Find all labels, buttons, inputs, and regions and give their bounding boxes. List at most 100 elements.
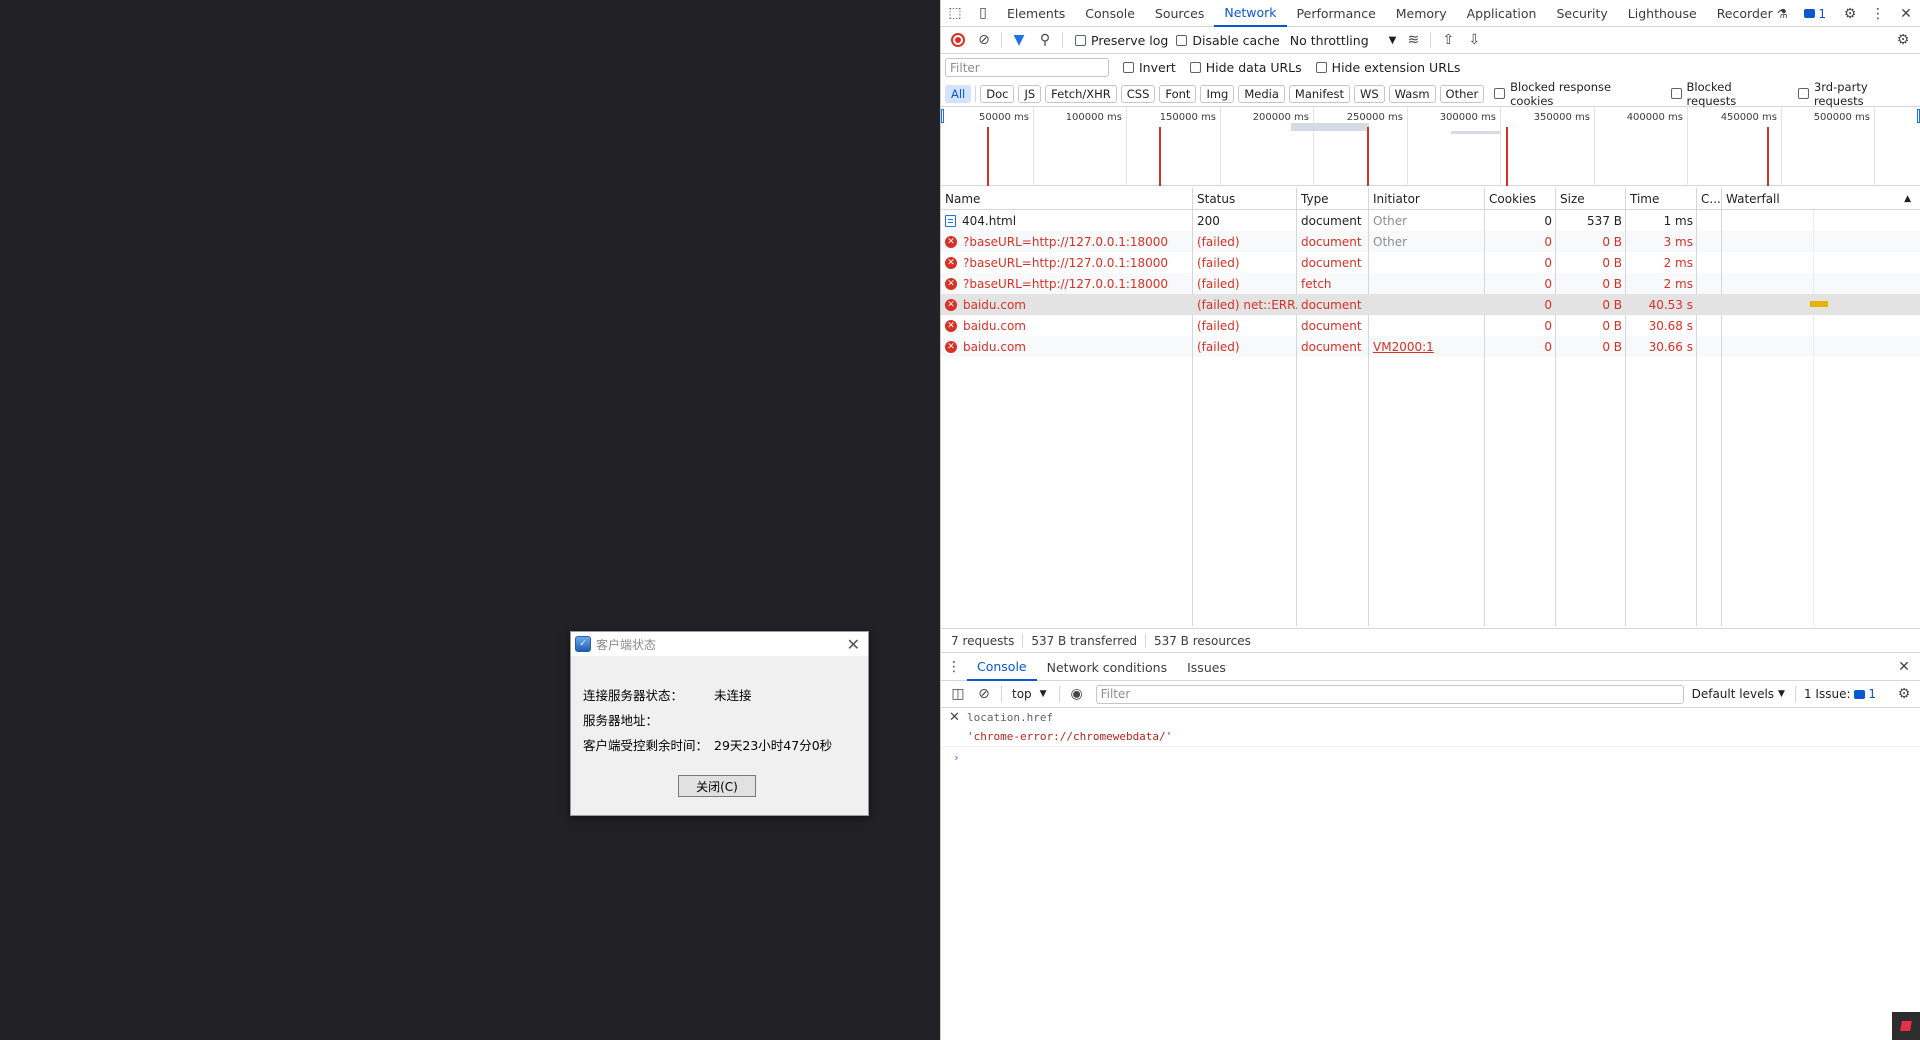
- more-options-icon[interactable]: ⋮: [1864, 0, 1892, 27]
- request-name-cell: ✕ baidu.com: [941, 315, 1193, 336]
- drawer-tab-console[interactable]: Console: [967, 654, 1037, 681]
- disable-cache-checkbox[interactable]: Disable cache: [1176, 33, 1280, 48]
- request-status: (failed): [1197, 234, 1240, 249]
- network-settings-gear-icon[interactable]: ⚙: [1890, 27, 1916, 53]
- overview-gridline: [1126, 107, 1127, 186]
- request-time: 3 ms: [1663, 234, 1693, 249]
- hide-data-urls-label: Hide data URLs: [1205, 60, 1302, 75]
- close-icon[interactable]: ✕: [847, 635, 860, 654]
- request-name-cell: ✕ ?baseURL=http://127.0.0.1:18000: [941, 273, 1193, 294]
- console-issues-button[interactable]: 1 Issue: 1: [1804, 687, 1876, 701]
- tab-recorder[interactable]: Recorder ⚗: [1707, 0, 1798, 27]
- clear-icon[interactable]: ⊘: [971, 27, 997, 53]
- type-chip-media[interactable]: Media: [1238, 84, 1285, 103]
- tab-application[interactable]: Application: [1457, 0, 1547, 27]
- drawer-tab-network-conditions[interactable]: Network conditions: [1037, 654, 1177, 681]
- tab-sources[interactable]: Sources: [1145, 0, 1214, 27]
- eye-icon[interactable]: ◉: [1064, 681, 1090, 707]
- tab-memory[interactable]: Memory: [1386, 0, 1457, 27]
- type-chip-other[interactable]: Other: [1439, 84, 1485, 103]
- invert-checkbox[interactable]: Invert: [1123, 60, 1176, 75]
- table-row[interactable]: ✕ baidu.com (failed) document 0 0 B 30.68…: [941, 315, 1920, 336]
- dialog-titlebar[interactable]: ✓ 客户端状态 ✕: [571, 632, 868, 656]
- console-prompt[interactable]: ›: [941, 746, 1920, 768]
- log-levels-select[interactable]: Default levels ▼: [1692, 687, 1785, 701]
- drawer-menu-icon[interactable]: ⋮: [941, 654, 967, 680]
- filter-input[interactable]: Filter: [945, 58, 1109, 77]
- context-select[interactable]: top ▼: [1012, 687, 1047, 701]
- tab-elements[interactable]: Elements: [997, 0, 1075, 27]
- export-har-icon[interactable]: ⇩: [1461, 27, 1487, 53]
- column-header-waterfall[interactable]: Waterfall ▲: [1722, 188, 1920, 210]
- device-toolbar-icon[interactable]: ▯: [969, 0, 997, 27]
- hide-extension-urls-checkbox[interactable]: Hide extension URLs: [1315, 60, 1460, 75]
- request-size: 537 B: [1587, 213, 1622, 228]
- table-row[interactable]: 404.html 200 document Other 0 537 B 1 ms: [941, 210, 1920, 231]
- request-status: 200: [1197, 213, 1220, 228]
- record-button[interactable]: [945, 27, 971, 53]
- column-header-status[interactable]: Status: [1193, 188, 1297, 210]
- type-chip-doc[interactable]: Doc: [980, 84, 1015, 103]
- request-type: document: [1301, 339, 1362, 354]
- request-cookies: 0: [1544, 339, 1552, 354]
- taskbar-app-icon[interactable]: [1892, 1012, 1920, 1040]
- search-icon[interactable]: ⚲: [1032, 27, 1058, 53]
- hide-data-urls-checkbox[interactable]: Hide data URLs: [1189, 60, 1302, 75]
- table-row[interactable]: ✕ baidu.com (failed) document VM2000:1 0 …: [941, 336, 1920, 357]
- import-har-icon[interactable]: ⇧: [1435, 27, 1461, 53]
- console-settings-gear-icon[interactable]: ⚙: [1891, 681, 1917, 707]
- column-divider: [1484, 210, 1485, 626]
- table-row[interactable]: ✕ ?baseURL=http://127.0.0.1:18000 (failed…: [941, 252, 1920, 273]
- tab-performance[interactable]: Performance: [1287, 0, 1386, 27]
- type-chip-img[interactable]: Img: [1200, 84, 1235, 103]
- tab-security[interactable]: Security: [1546, 0, 1617, 27]
- table-row[interactable]: ✕ ?baseURL=http://127.0.0.1:18000 (failed…: [941, 231, 1920, 252]
- column-header-name[interactable]: Name: [941, 188, 1193, 210]
- type-chip-manifest[interactable]: Manifest: [1288, 84, 1350, 103]
- tab-network[interactable]: Network: [1214, 0, 1287, 27]
- issues-badge[interactable]: 1: [1804, 7, 1826, 21]
- blocked-response-cookies-checkbox[interactable]: Blocked response cookies: [1494, 80, 1656, 108]
- clear-console-icon[interactable]: ⊘: [971, 681, 997, 707]
- console-filter-input[interactable]: Filter: [1095, 684, 1684, 704]
- close-devtools-icon[interactable]: ✕: [1892, 0, 1920, 27]
- sidebar-toggle-icon[interactable]: ◫: [945, 681, 971, 707]
- close-button[interactable]: 关闭(C): [678, 775, 756, 797]
- column-header-size[interactable]: Size: [1556, 188, 1626, 210]
- settings-gear-icon[interactable]: ⚙: [1836, 0, 1864, 27]
- overview-left-handle[interactable]: [941, 109, 944, 123]
- throttling-select[interactable]: No throttling ▼: [1290, 33, 1397, 48]
- type-chip-wasm[interactable]: Wasm: [1388, 84, 1436, 103]
- request-name: ?baseURL=http://127.0.0.1:18000: [963, 234, 1169, 249]
- column-header-initiator[interactable]: Initiator: [1369, 188, 1485, 210]
- blocked-requests-checkbox[interactable]: Blocked requests: [1670, 80, 1784, 108]
- console-result-line: 'chrome-error://chromewebdata/': [941, 727, 1920, 746]
- tab-lighthouse[interactable]: Lighthouse: [1618, 0, 1707, 27]
- inspect-element-icon[interactable]: ⬚: [941, 0, 969, 27]
- initiator-link[interactable]: VM2000:1: [1373, 340, 1434, 354]
- column-header-time[interactable]: Time: [1626, 188, 1697, 210]
- chevron-down-icon: ▼: [1388, 34, 1397, 46]
- type-chip-css[interactable]: CSS: [1120, 84, 1156, 103]
- tab-console[interactable]: Console: [1075, 0, 1145, 27]
- table-row[interactable]: ✕ ?baseURL=http://127.0.0.1:18000 (failed…: [941, 273, 1920, 294]
- drawer-tab-issues[interactable]: Issues: [1177, 654, 1236, 681]
- network-conditions-icon[interactable]: ≋: [1400, 27, 1426, 53]
- filter-funnel-icon[interactable]: ▼: [1006, 27, 1032, 53]
- third-party-requests-checkbox[interactable]: 3rd-party requests: [1798, 80, 1920, 108]
- type-chip-js[interactable]: JS: [1018, 84, 1042, 103]
- type-chip-font[interactable]: Font: [1159, 84, 1197, 103]
- table-row-selected[interactable]: ✕ baidu.com (failed) net::ERR... document…: [941, 294, 1920, 315]
- type-chip-all[interactable]: All: [945, 84, 972, 103]
- type-chip-ws[interactable]: WS: [1353, 84, 1385, 103]
- column-header-cookies[interactable]: Cookies: [1485, 188, 1556, 210]
- network-overview-timeline[interactable]: 50000 ms 100000 ms 150000 ms 200000 ms 2…: [941, 107, 1920, 186]
- column-divider: [1721, 210, 1722, 626]
- console-result-text[interactable]: 'chrome-error://chromewebdata/': [967, 730, 1172, 743]
- column-header-connection[interactable]: C...: [1697, 188, 1722, 210]
- type-chip-fetch-xhr[interactable]: Fetch/XHR: [1045, 84, 1117, 103]
- column-header-type[interactable]: Type: [1297, 188, 1369, 210]
- network-filterbar: Filter Invert Hide data URLs Hide extens…: [941, 54, 1920, 81]
- preserve-log-checkbox[interactable]: Preserve log: [1075, 33, 1168, 48]
- close-drawer-icon[interactable]: ✕: [1891, 654, 1917, 680]
